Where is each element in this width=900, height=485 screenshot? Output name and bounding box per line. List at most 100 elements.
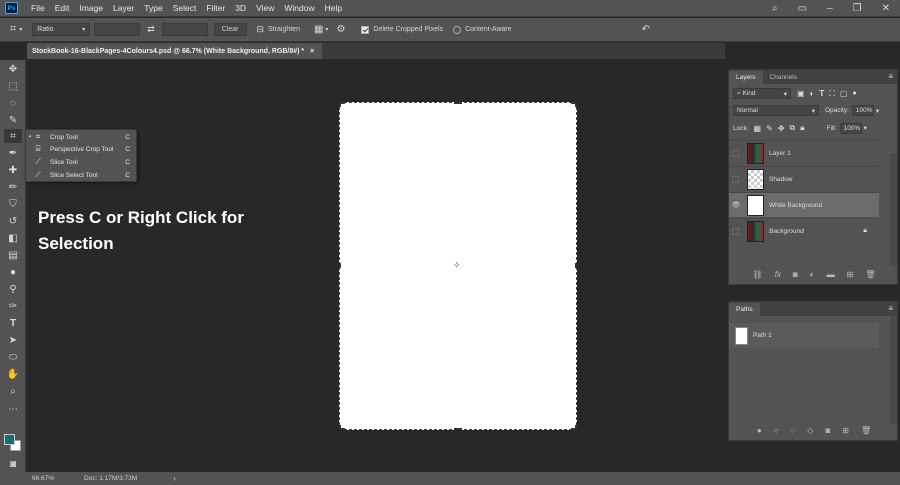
brush-tool-icon[interactable]: ✏	[4, 180, 22, 194]
crop-tool-icon[interactable]: ⌗	[4, 129, 22, 143]
flyout-item-crop-tool[interactable]: ▪ ⌗ Crop Tool C	[26, 131, 136, 143]
status-menu-arrow[interactable]: ›	[173, 474, 176, 483]
delete-cropped-checkbox[interactable]	[361, 25, 370, 34]
history-brush-icon[interactable]: ↺	[4, 214, 22, 228]
layer-row[interactable]: Background 🔒︎	[729, 218, 879, 243]
new-path-icon[interactable]: ⊞	[842, 426, 849, 435]
fx-icon[interactable]: fx	[775, 270, 781, 279]
stroke-path-icon[interactable]: ○	[774, 426, 779, 435]
type-tool-icon[interactable]: T	[4, 316, 22, 330]
lock-artboard-icon[interactable]: ⧉	[790, 123, 796, 133]
tab-paths[interactable]: Paths	[729, 303, 760, 316]
document-tab[interactable]: StockBook-16-BlackPages-4Colours4.psd @ …	[27, 43, 322, 59]
paths-scrollbar[interactable]	[890, 316, 897, 424]
filter-pixel-icon[interactable]: ▣	[797, 89, 805, 98]
height-input[interactable]	[161, 23, 208, 36]
filter-smart-icon[interactable]: ▢	[840, 89, 848, 98]
shape-tool-icon[interactable]: ⬭	[4, 350, 22, 364]
chevron-down-icon[interactable]: ▾	[19, 26, 22, 33]
more-tools-icon[interactable]: ⋯	[4, 402, 22, 416]
menu-item[interactable]: 3D	[230, 3, 251, 13]
width-input[interactable]	[94, 23, 141, 36]
chevron-down-icon[interactable]: ▾	[876, 107, 879, 115]
menu-item[interactable]: Filter	[201, 3, 230, 13]
lock-all-icon[interactable]: 🔒︎	[800, 123, 804, 133]
visibility-toggle[interactable]	[732, 149, 739, 157]
crop-handle[interactable]	[339, 102, 341, 107]
search-icon[interactable]: ⌕	[772, 3, 778, 14]
workspace-icon[interactable]: ▭	[798, 3, 807, 14]
restore-icon[interactable]: ❐	[853, 3, 862, 14]
adjustment-layer-icon[interactable]: ◐	[810, 270, 815, 279]
opacity-input[interactable]: 100%	[851, 105, 874, 116]
filter-adjust-icon[interactable]: ◐	[810, 89, 815, 98]
panel-menu-icon[interactable]: ≡	[888, 304, 893, 313]
straighten-icon[interactable]: ⊟	[257, 24, 265, 35]
crop-handle[interactable]	[339, 425, 341, 430]
gear-icon[interactable]: ⚙	[336, 24, 345, 35]
layer-row[interactable]: 👁︎ White Background	[729, 192, 879, 217]
menu-item[interactable]: Layer	[108, 3, 139, 13]
zoom-level[interactable]: 66.67%	[32, 475, 54, 482]
crop-handle[interactable]	[454, 102, 462, 104]
layer-row[interactable]: Layer 1	[729, 140, 879, 165]
visibility-toggle[interactable]	[732, 227, 739, 235]
link-layers-icon[interactable]: ⛓	[753, 270, 763, 279]
lock-pixels-icon[interactable]: ✎	[766, 124, 773, 133]
add-mask-icon[interactable]: ◙	[793, 270, 798, 279]
close-tab-icon[interactable]: ×	[310, 48, 314, 55]
foreground-color-swatch[interactable]	[4, 434, 15, 445]
eraser-tool-icon[interactable]: ◧	[4, 231, 22, 245]
menu-item[interactable]: Type	[139, 3, 167, 13]
new-layer-icon[interactable]: ⊞	[847, 270, 854, 279]
crop-handle[interactable]	[575, 263, 577, 268]
fill-input[interactable]: 100%	[839, 122, 862, 134]
blend-mode-select[interactable]: Normal ▾	[733, 105, 819, 116]
minimize-icon[interactable]: –	[827, 3, 833, 14]
dodge-tool-icon[interactable]: ⚲	[4, 282, 22, 296]
content-aware-checkbox[interactable]	[453, 25, 462, 34]
tab-channels[interactable]: Channels	[763, 71, 804, 84]
filter-toggle-icon[interactable]: ●	[852, 90, 856, 97]
layer-row[interactable]: Shadow	[729, 166, 879, 191]
tab-layers[interactable]: Layers	[729, 71, 763, 84]
gradient-tool-icon[interactable]: ▤	[4, 248, 22, 262]
new-group-icon[interactable]: ▬	[827, 270, 835, 279]
crop-handle[interactable]	[339, 263, 341, 268]
zoom-tool-icon[interactable]: ⌕	[4, 384, 22, 398]
load-selection-icon[interactable]: ◌	[791, 426, 796, 435]
swap-icon[interactable]: ⇄	[147, 24, 155, 35]
stamp-tool-icon[interactable]: ⛉	[4, 197, 22, 211]
chevron-down-icon[interactable]: ▾	[325, 26, 328, 33]
crop-preset-icon[interactable]: ⌗	[10, 23, 16, 36]
lock-transparent-icon[interactable]: ▦	[754, 124, 762, 133]
pen-tool-icon[interactable]: ✑	[4, 299, 22, 313]
menu-item[interactable]: Edit	[50, 3, 75, 13]
filter-shape-icon[interactable]: ⛶	[829, 89, 835, 99]
lasso-tool-icon[interactable]: ◌	[4, 96, 22, 110]
layer-filter-select[interactable]: ⌕ Kind ▾	[733, 88, 791, 99]
move-tool-icon[interactable]: ✥	[4, 62, 22, 76]
hand-tool-icon[interactable]: ✋	[4, 367, 22, 381]
close-icon[interactable]: ✕	[882, 3, 890, 14]
straighten-label[interactable]: Straighten	[268, 26, 300, 33]
reset-icon[interactable]: ↶	[642, 24, 650, 35]
eyedropper-tool-icon[interactable]: ✒	[4, 146, 22, 160]
delete-layer-icon[interactable]: 🗑︎	[865, 270, 875, 279]
chevron-down-icon[interactable]: ▾	[864, 124, 867, 132]
filter-type-icon[interactable]: T	[819, 89, 824, 98]
blur-tool-icon[interactable]: ●	[4, 265, 22, 279]
panel-menu-icon[interactable]: ≡	[888, 72, 893, 81]
flyout-item-slice-select[interactable]: ⟋ Slice Select Tool C	[26, 169, 136, 181]
menu-item[interactable]: Select	[168, 3, 202, 13]
lock-position-icon[interactable]: ✥	[778, 124, 785, 133]
menu-item[interactable]: Window	[279, 3, 319, 13]
marquee-tool-icon[interactable]: ⬚	[4, 79, 22, 93]
flyout-item-slice-tool[interactable]: ⟋ Slice Tool C	[26, 156, 136, 168]
quick-mask-icon[interactable]: ◙	[4, 457, 22, 471]
path-select-icon[interactable]: ➤	[4, 333, 22, 347]
fill-path-icon[interactable]: ●	[757, 426, 762, 435]
flyout-item-perspective-crop[interactable]: ⌸ Perspective Crop Tool C	[26, 143, 136, 155]
menu-item[interactable]: Image	[74, 3, 108, 13]
layers-scrollbar[interactable]	[890, 154, 897, 266]
